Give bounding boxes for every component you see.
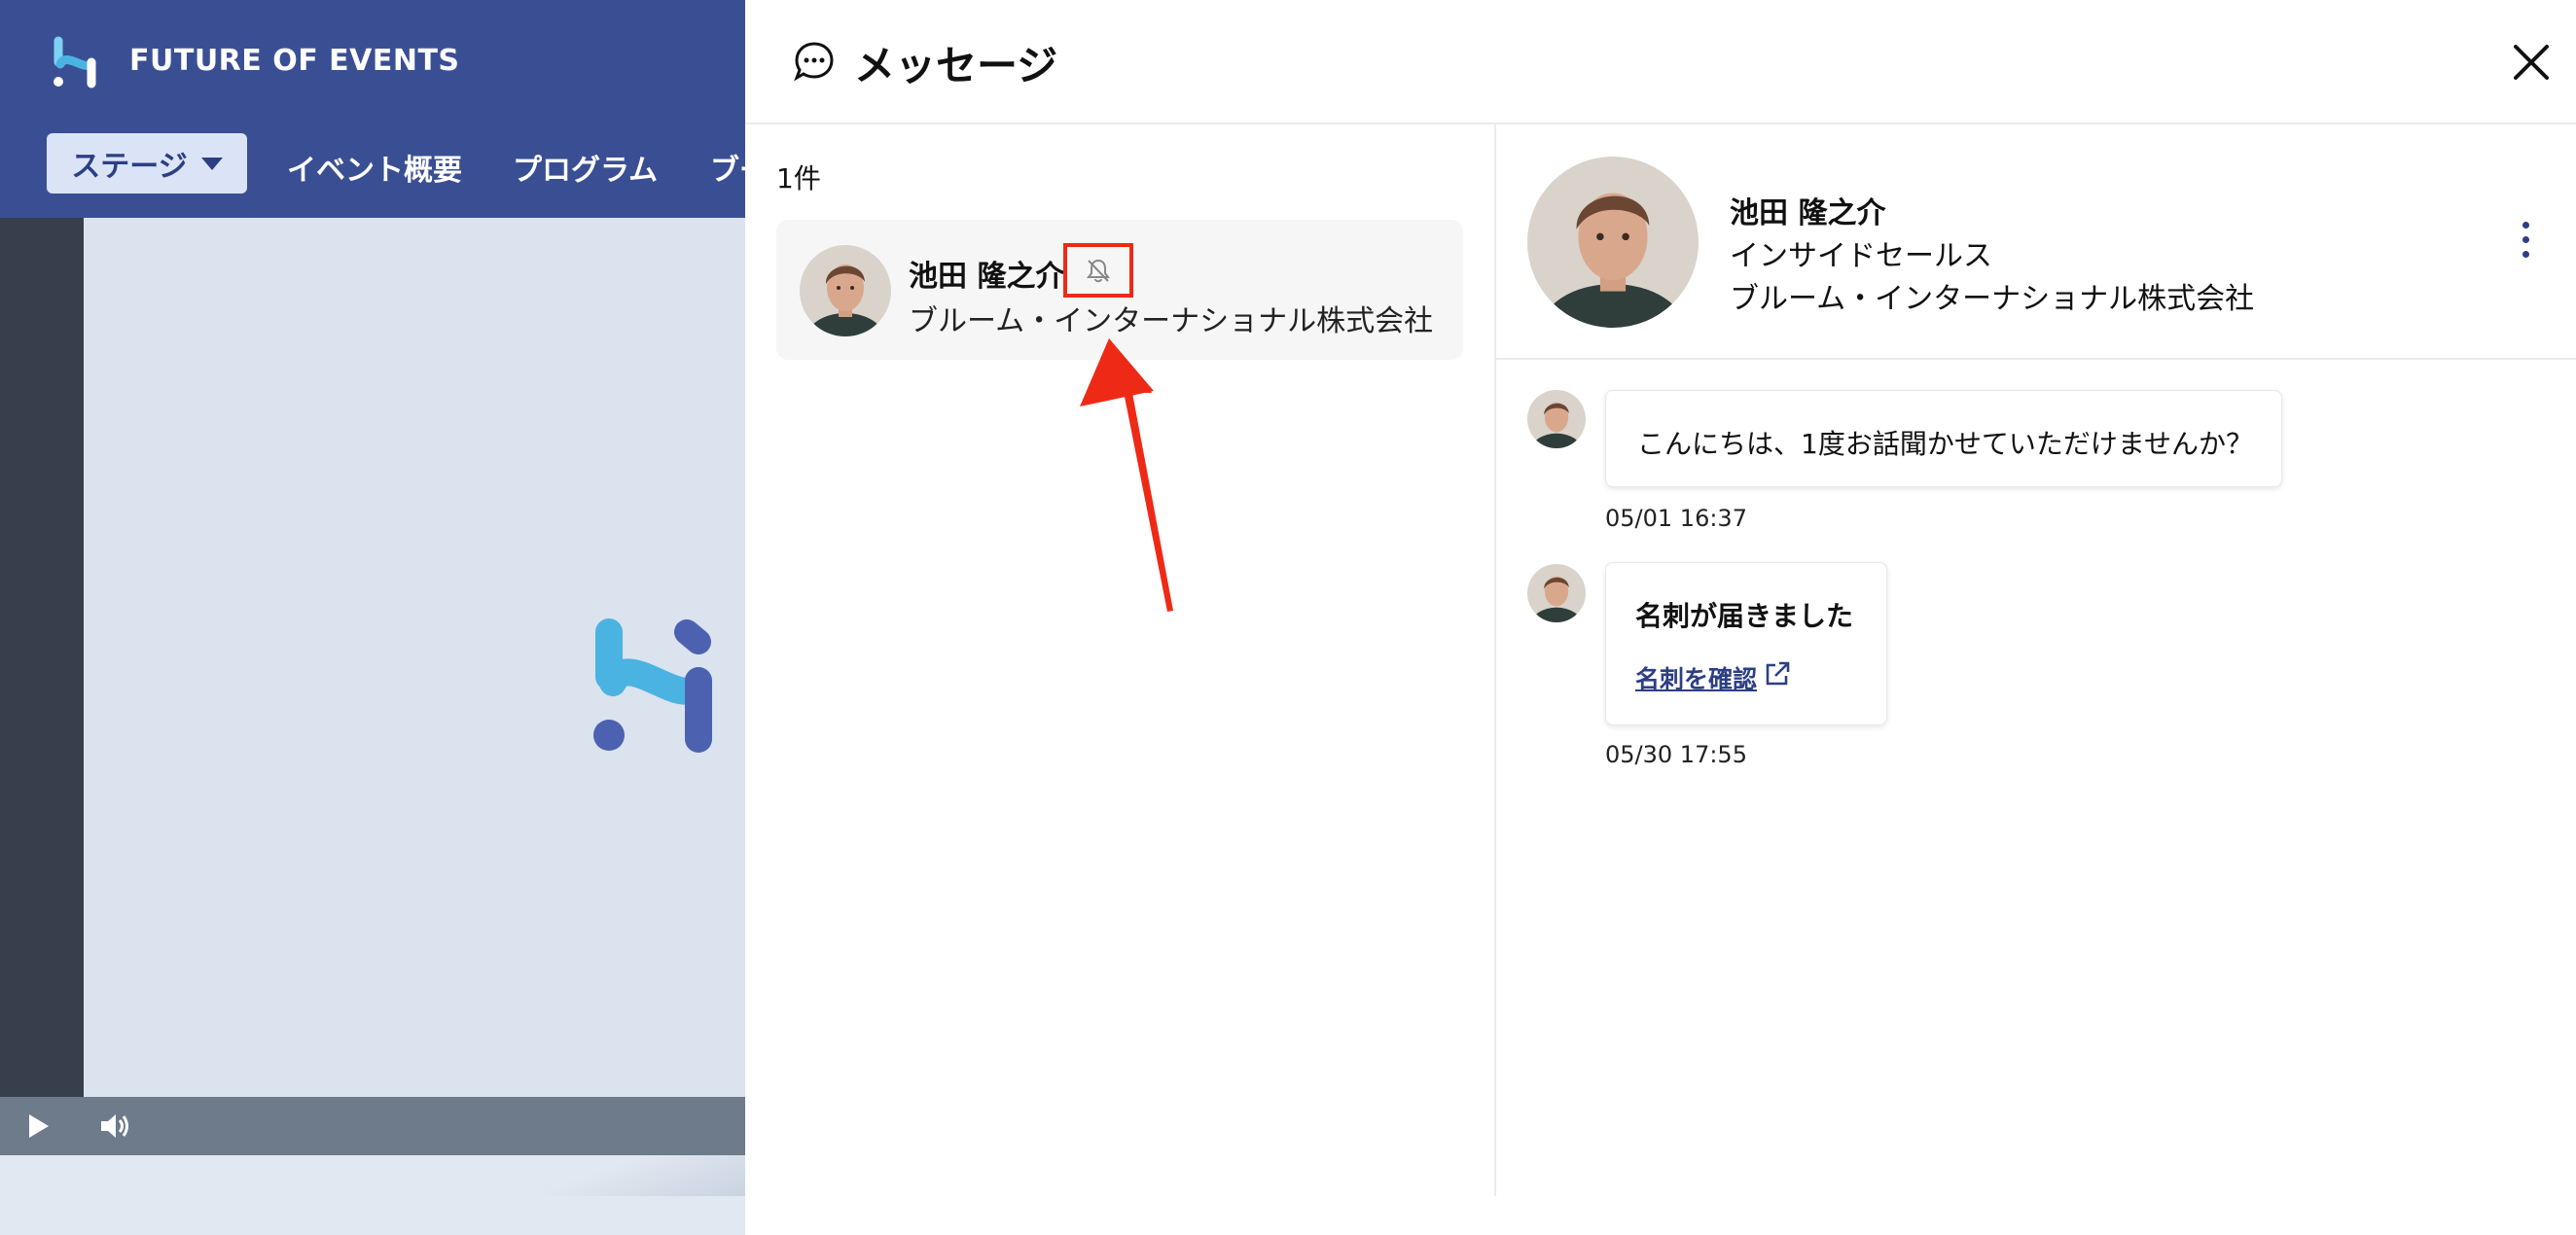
external-link-icon[interactable] — [1763, 659, 1792, 688]
chat-bubble-icon — [794, 42, 834, 82]
contact-name: 池田 隆之介 — [909, 260, 1065, 294]
message-avatar — [1527, 564, 1586, 622]
video-side-strip — [0, 218, 84, 1097]
play-icon[interactable] — [27, 1113, 51, 1139]
nav-stage-dropdown[interactable]: ステージ — [47, 133, 247, 194]
drawer-bottom-area — [745, 1196, 2576, 1235]
profile-name: 池田 隆之介 — [1730, 196, 1886, 230]
message-text: こんにちは、1度お話聞かせていただけませんか？ — [1637, 428, 2253, 460]
brand-name: FUTURE OF EVENTS — [129, 44, 460, 78]
business-card-message — [1605, 562, 1887, 725]
notification-muted-indicator[interactable] — [1063, 243, 1133, 298]
volume-icon[interactable] — [99, 1111, 132, 1142]
nav-program[interactable]: プログラム — [513, 146, 658, 189]
message-avatar — [1527, 390, 1586, 448]
brand-logo-icon[interactable] — [47, 33, 105, 91]
conversation-count: 1件 — [776, 162, 821, 194]
drawer-title: メッセージ — [854, 42, 1058, 89]
annotation-arrow — [1080, 338, 1173, 612]
business-card-title: 名刺が届きました — [1635, 600, 1854, 632]
profile-company: ブルーム・インターナショナル株式会社 — [1730, 282, 2255, 316]
avatar — [800, 245, 891, 336]
profile-role: インサイドセールス — [1730, 239, 1992, 273]
video-brand-logo-icon — [593, 618, 712, 753]
profile-avatar — [1527, 157, 1699, 328]
close-icon[interactable] — [2510, 41, 2553, 84]
more-vertical-icon[interactable] — [2514, 222, 2537, 265]
view-business-card-link[interactable]: 名刺を確認 — [1635, 660, 1757, 695]
nav-event-overview[interactable]: イベント概要 — [287, 146, 462, 189]
decorative-stripe — [545, 1155, 745, 1196]
bell-off-icon — [1087, 259, 1110, 283]
nav-stage-label: ステージ — [71, 150, 188, 184]
message-timestamp: 05/01 16:37 — [1605, 505, 1747, 532]
caret-down-icon — [200, 157, 223, 170]
message-timestamp: 05/30 17:55 — [1605, 741, 1747, 768]
